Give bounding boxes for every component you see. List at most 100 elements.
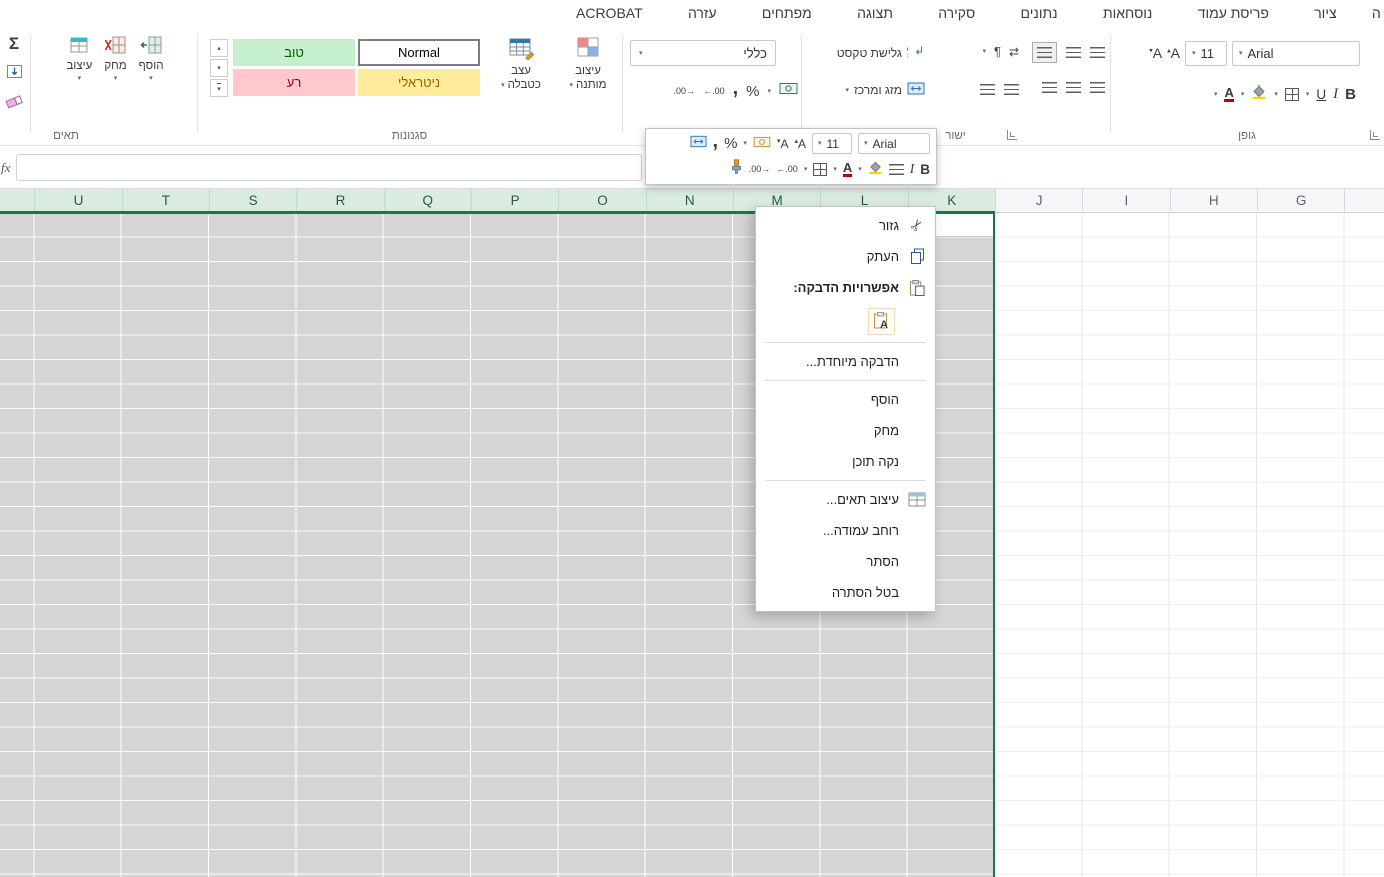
grow-font-button[interactable]: A▴	[1167, 45, 1180, 61]
borders-icon[interactable]	[1284, 87, 1299, 101]
menu-item-clear-contents[interactable]: נקה תוכן	[756, 446, 935, 477]
menu-item-copy[interactable]: העתק	[756, 241, 935, 272]
align-left-icon[interactable]	[1042, 82, 1057, 93]
column-header-partial[interactable]	[1344, 189, 1384, 211]
merge-center-button[interactable]: מזג ומרכז ▾	[809, 82, 925, 98]
mini-shrink-font-button[interactable]: A▾	[777, 137, 789, 151]
gallery-scroll-down-button[interactable]: ▾	[210, 59, 228, 77]
tab-draw[interactable]: ציור	[1304, 5, 1346, 21]
style-bad[interactable]: רע	[233, 69, 355, 96]
column-header[interactable]: J	[994, 189, 1083, 211]
column-header[interactable]: T	[121, 189, 209, 211]
chevron-down-icon[interactable]: ▾	[767, 88, 771, 95]
increase-decimal-button[interactable]: ←.00	[703, 86, 725, 96]
chevron-down-icon[interactable]: ▾	[1306, 91, 1310, 98]
percent-style-button[interactable]: %	[746, 83, 759, 100]
insert-cells-button[interactable]: הוסף ▾	[139, 36, 163, 82]
menu-item-paste-special[interactable]: הדבקה מיוחדת...	[756, 346, 935, 377]
tab-formulas[interactable]: נוסחאות	[1093, 5, 1162, 21]
tab-acrobat[interactable]: ACROBAT	[566, 5, 653, 21]
column-header[interactable]: O	[558, 189, 646, 211]
mini-font-name-combo[interactable]: ▾ Arial	[858, 133, 930, 155]
font-name-combo[interactable]: ▾ Arial	[1232, 40, 1360, 66]
column-header[interactable]: H	[1169, 189, 1257, 211]
format-painter-icon[interactable]	[730, 159, 743, 179]
column-header[interactable]: R	[296, 189, 384, 211]
chevron-down-icon[interactable]: ▾	[1274, 91, 1278, 98]
delete-cells-button[interactable]: מחק ▾	[104, 36, 127, 82]
wrap-text-button[interactable]: abc גלישת טקסט	[809, 44, 925, 61]
chevron-down-icon[interactable]: ▾	[804, 166, 808, 173]
menu-item-format-cells[interactable]: עיצוב תאים...	[756, 484, 935, 515]
mini-italic-button[interactable]: I	[910, 161, 915, 177]
menu-item-unhide[interactable]: בטל הסתרה	[756, 577, 935, 608]
column-header[interactable]: S	[208, 189, 297, 211]
number-format-dropdown[interactable]: כללי ▾	[630, 40, 776, 66]
gallery-scroll-up-button[interactable]: ▴	[210, 39, 228, 57]
tab-review[interactable]: סקירה	[928, 5, 985, 21]
mini-decrease-decimal-button[interactable]: .00→	[749, 164, 771, 174]
bold-button[interactable]: B	[1345, 86, 1356, 103]
mini-increase-decimal-button[interactable]: ←.00	[776, 164, 798, 174]
mini-bold-button[interactable]: B	[920, 162, 930, 177]
decrease-indent-icon[interactable]	[1004, 84, 1019, 95]
tab-view[interactable]: תצוגה	[847, 5, 903, 21]
gallery-more-button[interactable]: ▾	[210, 79, 228, 97]
menu-item-delete[interactable]: מחק	[756, 415, 935, 446]
increase-indent-icon[interactable]	[980, 84, 995, 95]
mini-align-icon[interactable]	[888, 163, 904, 175]
paragraph-direction-icon[interactable]: ¶	[994, 44, 1001, 59]
mini-font-color-icon[interactable]: A	[842, 161, 853, 177]
align-center-icon[interactable]	[1066, 82, 1081, 93]
bottom-align-active-box[interactable]	[1032, 42, 1057, 63]
unselected-cells-area[interactable]	[995, 213, 1384, 877]
column-header[interactable]: G	[1256, 189, 1345, 211]
italic-button[interactable]: I	[1333, 86, 1338, 103]
mini-accounting-format-icon[interactable]	[753, 135, 771, 153]
chevron-down-icon[interactable]: ▾	[743, 140, 747, 147]
format-cells-button[interactable]: עיצוב ▾	[67, 36, 92, 82]
style-good[interactable]: טוב	[233, 39, 355, 66]
mini-percent-style-button[interactable]: %	[724, 135, 737, 152]
style-normal[interactable]: Normal	[358, 39, 480, 66]
chevron-down-icon[interactable]: ▾	[858, 166, 862, 173]
mini-comma-style-button[interactable]: ,	[713, 131, 719, 151]
font-color-icon[interactable]: A	[1224, 86, 1234, 102]
formula-input[interactable]	[16, 154, 642, 181]
text-direction-icon[interactable]: ⇄	[1009, 45, 1019, 59]
chevron-down-icon[interactable]: ▾	[833, 166, 837, 173]
format-as-table-button[interactable]: עצב כטבלה ▾	[489, 36, 553, 93]
paste-values-option-button[interactable]: A	[868, 307, 895, 335]
chevron-down-icon[interactable]: ▾	[1241, 91, 1245, 98]
column-header[interactable]: I	[1082, 189, 1170, 211]
underline-button[interactable]: U	[1316, 87, 1326, 102]
fx-icon[interactable]: fx	[1, 154, 10, 181]
tab-help[interactable]: עזרה	[678, 5, 727, 21]
font-size-combo[interactable]: ▾ 11	[1185, 40, 1227, 66]
decrease-decimal-button[interactable]: .00→	[674, 86, 696, 96]
tab-page-layout[interactable]: פריסת עמוד	[1188, 5, 1279, 21]
menu-item-hide[interactable]: הסתר	[756, 546, 935, 577]
column-header[interactable]: U	[34, 189, 122, 211]
clear-eraser-icon[interactable]	[5, 94, 24, 114]
middle-align-icon[interactable]	[1066, 47, 1081, 58]
fill-down-icon[interactable]	[6, 64, 23, 84]
style-neutral[interactable]: ניטראלי	[358, 69, 480, 96]
mini-font-size-combo[interactable]: ▾ 11	[812, 133, 852, 155]
column-header[interactable]: N	[645, 189, 733, 211]
tab-data[interactable]: נתונים	[1011, 5, 1068, 21]
shrink-font-button[interactable]: A▾	[1149, 45, 1162, 61]
mini-merge-center-icon[interactable]	[689, 135, 707, 153]
mini-fill-color-icon[interactable]	[868, 160, 883, 179]
mini-grow-font-button[interactable]: A▴	[794, 137, 806, 151]
menu-item-cut[interactable]: גזור ✂	[756, 210, 935, 241]
align-right-icon[interactable]	[1090, 82, 1105, 93]
comma-style-button[interactable]: ,	[733, 78, 739, 98]
menu-item-column-width[interactable]: רוחב עמודה...	[756, 515, 935, 546]
top-align-icon[interactable]	[1090, 47, 1105, 58]
menu-item-insert[interactable]: הוסף	[756, 384, 935, 415]
column-header[interactable]: P	[470, 189, 559, 211]
tab-developer[interactable]: מפתחים	[752, 5, 822, 21]
fill-color-icon[interactable]	[1251, 84, 1267, 104]
column-header-partial[interactable]	[0, 189, 35, 211]
